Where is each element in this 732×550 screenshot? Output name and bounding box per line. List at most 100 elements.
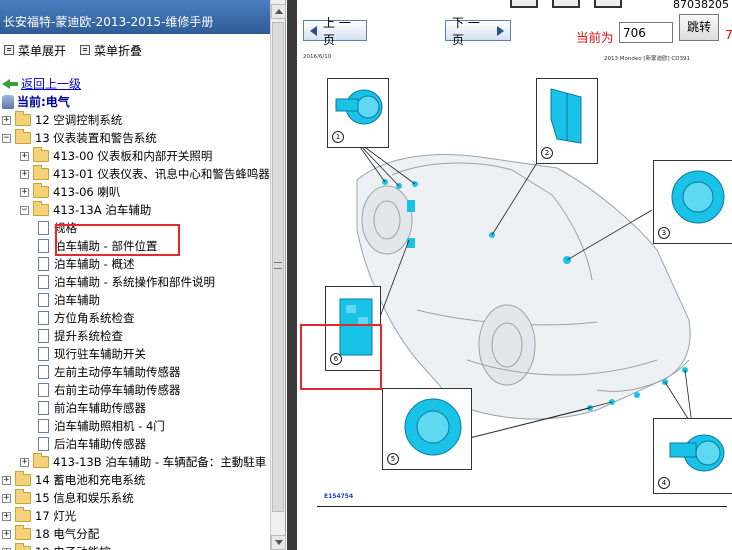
tree-item-label: 泊车辅助 - 概述	[54, 257, 135, 271]
tree-document-item[interactable]: 提升系统检查	[38, 327, 123, 345]
page-number-input[interactable]	[619, 22, 673, 43]
window-title: 长安福特-蒙迪欧-2013-2015-维修手册	[0, 0, 285, 34]
tree-document-item[interactable]: 后泊车辅助传感器	[38, 435, 146, 453]
scroll-down-icon[interactable]	[271, 535, 286, 550]
expand-toggle-icon[interactable]: +	[2, 475, 11, 485]
folder-icon	[15, 507, 31, 522]
expand-toggle-icon[interactable]: +	[2, 529, 11, 539]
expand-menu-button[interactable]: 菜单展开	[4, 40, 66, 60]
top-button[interactable]	[552, 0, 580, 8]
document-icon	[38, 419, 49, 433]
document-icon	[38, 365, 49, 379]
tree-folder-item[interactable]: +17 灯光	[2, 507, 76, 525]
callout-number: 2	[541, 147, 553, 159]
left-pane: 长安福特-蒙迪欧-2013-2015-维修手册 菜单展开 菜单折叠 返回上一级 …	[0, 0, 286, 550]
tree-folder-item[interactable]: +413-01 仪表仪表、讯息中心和警告蜂鸣器	[20, 165, 270, 183]
tree-item-label: 413-13A 泊车辅助	[53, 203, 152, 217]
back-link[interactable]: 返回上一级	[2, 75, 81, 92]
splitter[interactable]	[287, 0, 297, 550]
total-pages-fragment: 70	[725, 27, 732, 42]
expand-toggle-icon[interactable]: +	[2, 511, 11, 521]
expand-toggle-icon[interactable]: +	[2, 493, 11, 503]
prev-page-button[interactable]: 上 一 页	[303, 16, 367, 47]
collapse-toggle-icon[interactable]: −	[2, 133, 11, 143]
page-rule	[317, 506, 727, 507]
tree-folder-item[interactable]: +413-06 喇叭	[20, 183, 120, 201]
jump-button[interactable]: 跳转	[679, 14, 719, 41]
document-icon	[38, 401, 49, 415]
top-buttons	[510, 0, 622, 8]
tree-item-label: 泊车辅助	[54, 293, 100, 307]
tree-item-label: 17 灯光	[35, 509, 77, 523]
tree-item-label: 提升系统检查	[54, 329, 123, 343]
expand-menu-label: 菜单展开	[18, 43, 67, 58]
top-button[interactable]	[510, 0, 538, 8]
tree-folder-item[interactable]: +18 电气分配	[2, 525, 99, 543]
tree-document-item[interactable]: 右前主动停车辅助传感器	[38, 381, 181, 399]
tree-folder-item[interactable]: − 413-13A 泊车辅助	[20, 201, 151, 219]
collapse-menu-button[interactable]: 菜单折叠	[80, 40, 142, 60]
tree-item-label: 泊车辅助 - 系统操作和部件说明	[54, 275, 215, 289]
right-triangle-icon	[497, 25, 504, 36]
highlight-box	[55, 224, 180, 256]
back-arrow-icon	[2, 78, 18, 90]
tree-item-label: 14 蓄电池和充电系统	[35, 473, 146, 487]
tree-document-item[interactable]: 泊车辅助 - 系统操作和部件说明	[38, 273, 215, 291]
tree-item-label: 右前主动停车辅助传感器	[54, 383, 181, 397]
tree-document-item[interactable]: 现行驻车辅助开关	[38, 345, 146, 363]
callout-number: 1	[332, 131, 344, 143]
callout-5: 5	[382, 388, 472, 470]
figure-code: E154754	[324, 493, 354, 500]
current-location-label: 当前:电气	[17, 95, 70, 109]
folder-icon	[33, 183, 49, 198]
document-icon	[38, 311, 49, 325]
tree-folder-item[interactable]: +14 蓄电池和充电系统	[2, 471, 145, 489]
tree-document-item[interactable]: 方位角系统检查	[38, 309, 135, 327]
tree-document-item[interactable]: 左前主动停车辅助传感器	[38, 363, 181, 381]
tree-document-item[interactable]: 泊车辅助 - 概述	[38, 255, 134, 273]
collapse-toggle-icon[interactable]: −	[20, 205, 29, 215]
collapse-menu-label: 菜单折叠	[94, 43, 143, 58]
expand-toggle-icon[interactable]: +	[20, 457, 29, 467]
document-icon	[38, 221, 49, 235]
vehicle-outline	[356, 154, 691, 420]
vertical-scrollbar[interactable]	[270, 0, 286, 550]
tree-document-item[interactable]: 前泊车辅助传感器	[38, 399, 146, 417]
tree-folder-item[interactable]: +15 信息和娱乐系统	[2, 489, 134, 507]
tree-document-item[interactable]: 泊车辅助照相机 - 4门	[38, 417, 165, 435]
highlight-box	[300, 324, 382, 390]
scroll-grip-icon	[274, 262, 282, 269]
tree-folder-item[interactable]: +12 空调控制系统	[2, 111, 122, 129]
expand-toggle-icon[interactable]: +	[2, 115, 11, 125]
tree-folder-item[interactable]: − 13 仪表装置和警告系统	[2, 129, 157, 147]
expand-toggle-icon[interactable]: +	[20, 151, 29, 161]
next-page-label: 下 一 页	[452, 15, 480, 47]
callout-4: 4	[653, 418, 732, 494]
page-toolbar: 87038205 上 一 页 下 一 页 当前为 跳转 70	[297, 0, 732, 50]
document-pane: 87038205 上 一 页 下 一 页 当前为 跳转 70 2016/6/10…	[297, 0, 732, 550]
manual-page: 2016/6/10 2013 Mondeo [新蒙迪欧] CD391 1 2 3…	[297, 50, 732, 550]
top-button[interactable]	[594, 0, 622, 8]
expand-toggle-icon[interactable]: +	[20, 187, 29, 197]
callout-number: 3	[658, 227, 670, 239]
callout-number: 5	[387, 453, 399, 465]
folder-icon	[15, 525, 31, 540]
document-icon	[38, 293, 49, 307]
tree-folder-item[interactable]: +413-13B 泊车辅助 - 车辆配备：主動駐車	[20, 453, 266, 471]
folder-icon	[15, 111, 31, 126]
document-icon	[38, 257, 49, 271]
document-icon	[38, 275, 49, 289]
scroll-up-icon[interactable]	[271, 4, 286, 19]
expand-toggle-icon[interactable]: +	[20, 169, 29, 179]
tree-folder-item[interactable]: +413-00 仪表板和内部开关照明	[20, 147, 212, 165]
tree-folder-item[interactable]: +19 电子动能控	[2, 543, 111, 550]
prev-page-label: 上 一 页	[323, 15, 351, 47]
current-page-label: 当前为	[576, 30, 614, 45]
folder-icon	[15, 489, 31, 504]
tree-item-label: 12 空调控制系统	[35, 113, 123, 127]
next-page-button[interactable]: 下 一 页	[445, 16, 511, 47]
callout-1: 1	[327, 78, 389, 148]
tree-document-item[interactable]: 泊车辅助	[38, 291, 100, 309]
folder-icon	[15, 471, 31, 486]
tree-item-label: 前泊车辅助传感器	[54, 401, 146, 415]
